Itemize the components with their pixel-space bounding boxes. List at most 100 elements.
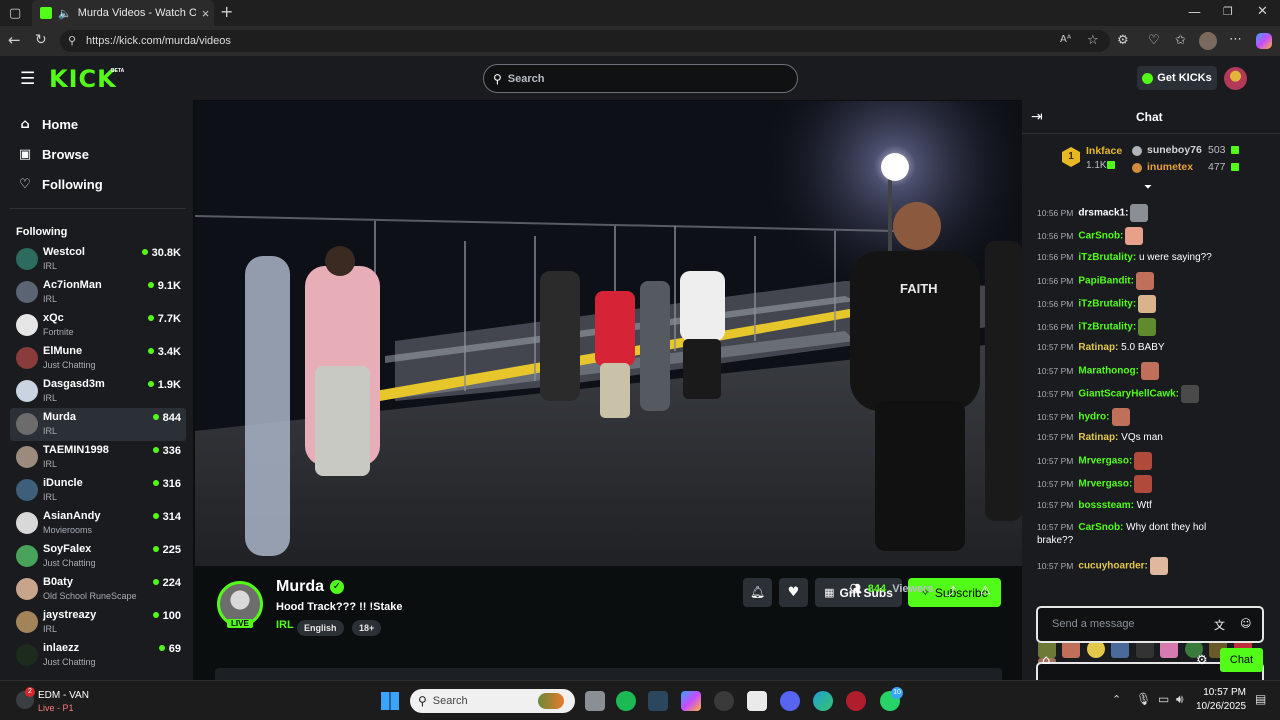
microphone-icon[interactable]: 🎙︎ <box>1136 692 1151 706</box>
spotify-icon[interactable] <box>616 691 636 711</box>
followed-channel[interactable]: ElMune Just Chatting 3.4K <box>10 342 186 375</box>
chat-message[interactable]: 10:57 PM bosssteam: Wtf <box>1037 498 1267 513</box>
chat-input-box[interactable]: Send a message 文 ☺ <box>1036 606 1264 643</box>
close-tab-button[interactable]: × <box>202 6 210 21</box>
speaker-icon[interactable]: 🔈 <box>58 8 72 19</box>
nav-browse[interactable]: ▣ Browse <box>17 144 89 164</box>
obs-icon[interactable] <box>714 691 734 711</box>
chat-message[interactable]: 10:57 PM Ratinap: 5.0 BABY <box>1037 340 1267 355</box>
followed-channel[interactable]: iDuncle IRL 316 <box>10 474 186 507</box>
store-icon[interactable]: ⌂ <box>1042 653 1050 668</box>
chat-message[interactable]: 10:56 PM drsmack1: <box>1037 204 1267 222</box>
followed-channel[interactable]: SoyFalex Just Chatting 225 <box>10 540 186 573</box>
message-username[interactable]: GiantScaryHellCawk: <box>1078 389 1179 400</box>
file-explorer-icon[interactable] <box>585 691 605 711</box>
restore-icon[interactable]: ❐ <box>1223 6 1233 17</box>
message-username[interactable]: PapiBandit: <box>1078 276 1134 287</box>
chat-message[interactable]: 10:57 PM cucuyhoarder: <box>1037 557 1267 575</box>
discord-icon[interactable] <box>780 691 800 711</box>
store-app-icon[interactable] <box>747 691 767 711</box>
copilot-app-icon[interactable] <box>681 691 701 711</box>
emote-icon[interactable] <box>1111 408 1130 426</box>
followed-channel[interactable]: jaystreazy IRL 100 <box>10 606 186 639</box>
edge-icon[interactable] <box>813 691 833 711</box>
message-username[interactable]: bosssteam: <box>1078 500 1134 511</box>
followed-channel[interactable]: Westcol IRL 30.8K <box>10 243 186 276</box>
message-username[interactable]: Mrvergaso: <box>1078 456 1132 467</box>
browser-tab[interactable]: 🔈 Murda Videos - Watch On-D × <box>32 0 214 26</box>
tag-language[interactable]: English <box>297 620 344 636</box>
followed-channel[interactable]: xQc Fortnite 7.7K <box>10 309 186 342</box>
minimize-icon[interactable]: — <box>1188 6 1201 19</box>
gifter-3-name[interactable]: inumetex <box>1147 161 1193 173</box>
copilot-icon[interactable] <box>1256 33 1272 49</box>
message-username[interactable]: CarSnob: <box>1078 522 1123 533</box>
new-tab-button[interactable]: + <box>220 4 233 20</box>
chat-message[interactable]: 10:57 PM Mrvergaso: <box>1037 452 1267 470</box>
emote-icon[interactable] <box>1149 557 1168 575</box>
follow-button[interactable]: ♥ <box>779 578 808 607</box>
chat-message[interactable]: 10:57 PM Mrvergaso: <box>1037 475 1267 493</box>
weather-widget[interactable]: 2 EDM - VAN Live - P1 <box>12 687 142 715</box>
message-username[interactable]: Ratinap: <box>1078 342 1118 353</box>
message-username[interactable]: hydro: <box>1078 412 1109 423</box>
clock-date[interactable]: 10/26/2025 <box>1196 701 1246 712</box>
emote-icon[interactable] <box>1134 475 1153 493</box>
channel-name[interactable]: Murda <box>276 578 324 596</box>
followed-channel[interactable]: inlaezz Just Chatting 69 <box>10 639 186 672</box>
message-username[interactable]: cucuyhoarder: <box>1078 561 1147 572</box>
kick-logo[interactable]: KICK <box>49 65 117 93</box>
nav-following[interactable]: ♡ Following <box>17 174 102 194</box>
taskbar-search[interactable]: ⚲ Search <box>410 689 575 713</box>
more-options-icon[interactable]: ⋯ <box>1229 33 1242 46</box>
start-button[interactable] <box>381 692 399 710</box>
network-icon[interactable]: ▭ <box>1158 692 1169 706</box>
emote-icon[interactable] <box>1130 204 1149 222</box>
emote-icon[interactable] <box>1125 227 1144 245</box>
volume-icon[interactable]: 🔊︎ <box>1176 692 1184 707</box>
chat-message[interactable]: 10:56 PM iTzBrutality: <box>1037 295 1267 313</box>
url-field[interactable]: ⚲ https://kick.com/murda/videos Aᴬ ☆ <box>60 30 1110 52</box>
followed-channel[interactable]: B0aty Old School RuneScape 224 <box>10 573 186 606</box>
favorites-icon[interactable]: ✩ <box>1175 34 1186 47</box>
chat-message[interactable]: 10:56 PM iTzBrutality: u were saying?? <box>1037 250 1267 265</box>
message-username[interactable]: Mrvergaso: <box>1078 479 1132 490</box>
extensions-icon[interactable]: ⚙ <box>1117 34 1129 47</box>
chat-message[interactable]: 10:57 PM Marathonog: <box>1037 362 1267 380</box>
emote-icon[interactable] <box>1138 318 1157 336</box>
emote-icon[interactable] <box>1135 272 1154 290</box>
chat-message[interactable]: 10:56 PM PapiBandit: <box>1037 272 1267 290</box>
tab-actions-icon[interactable]: ▢ <box>9 7 21 20</box>
streaming-app-icon[interactable] <box>846 691 866 711</box>
pinned-toggle-icon[interactable]: ⏷ <box>1144 182 1152 193</box>
message-username[interactable]: iTzBrutality: <box>1078 299 1136 310</box>
collapse-chat-icon[interactable]: ⇥ <box>1031 109 1043 125</box>
message-username[interactable]: iTzBrutality: <box>1078 322 1136 333</box>
search-bar[interactable]: ⚲ Search <box>483 64 798 93</box>
followed-channel[interactable]: TAEMIN1998 IRL 336 <box>10 441 186 474</box>
chat-message[interactable]: 10:57 PM GiantScaryHellCawk: <box>1037 385 1267 403</box>
translate-icon[interactable]: 文 <box>1214 617 1225 633</box>
notifications-button[interactable]: 🔔︎ <box>743 578 772 607</box>
emoji-icon[interactable]: ☺ <box>1240 617 1251 630</box>
show-hidden-icons[interactable]: ⌃ <box>1112 693 1121 706</box>
emote-icon[interactable] <box>1181 385 1199 403</box>
top-gifter-name[interactable]: Inkface <box>1086 145 1122 157</box>
video-player[interactable]: FAITH <box>195 101 1022 566</box>
steam-icon[interactable] <box>648 691 668 711</box>
site-info-icon[interactable]: ⚲ <box>68 35 76 46</box>
chat-message[interactable]: 10:57 PM hydro: <box>1037 408 1267 426</box>
followed-channel[interactable]: Murda IRL 844 <box>10 408 186 441</box>
gifter-2-name[interactable]: suneboy76 <box>1147 144 1202 156</box>
chat-message[interactable]: 10:56 PM CarSnob: <box>1037 227 1267 245</box>
chat-message[interactable]: 10:57 PM Ratinap: VQs man <box>1037 430 1267 445</box>
stream-category[interactable]: IRL <box>276 619 294 631</box>
message-username[interactable]: Marathonog: <box>1078 366 1139 377</box>
send-chat-button[interactable]: Chat <box>1220 648 1263 672</box>
message-username[interactable]: iTzBrutality: <box>1078 252 1136 263</box>
followed-channel[interactable]: Ac7ionMan IRL 9.1K <box>10 276 186 309</box>
share-icon[interactable]: ⤴ <box>945 583 956 599</box>
chat-message[interactable]: 10:56 PM iTzBrutality: <box>1037 318 1267 336</box>
followed-channel[interactable]: Dasgasd3m IRL 1.9K <box>10 375 186 408</box>
profile-avatar[interactable] <box>1199 32 1217 50</box>
